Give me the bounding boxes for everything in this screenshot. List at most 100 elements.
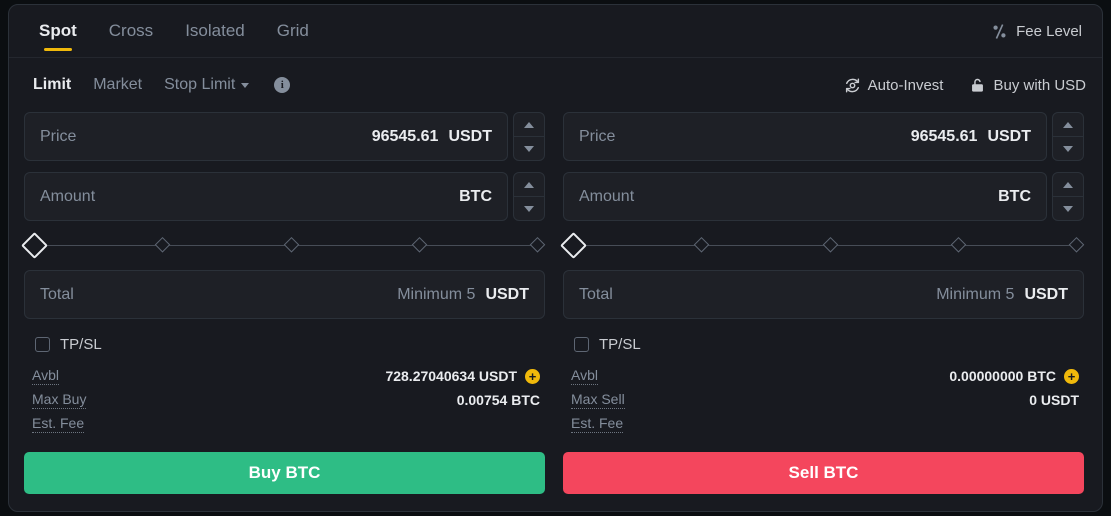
buy-max-label[interactable]: Max Buy	[32, 391, 87, 409]
sell-tpsl-label: TP/SL	[599, 335, 641, 353]
tab-cross-label: Cross	[108, 21, 154, 40]
order-forms: Price 96545.61 USDT Amount BTC Total Min…	[9, 112, 1102, 436]
sell-amount-label: Amount	[579, 187, 635, 205]
slider-tick-50[interactable]	[283, 237, 300, 253]
buy-est-fee-label[interactable]: Est. Fee	[32, 415, 85, 433]
slider-tick-25[interactable]	[154, 237, 171, 253]
sell-amount-values: BTC	[988, 188, 1031, 206]
buy-amount-slider[interactable]	[21, 232, 546, 260]
sell-info-row-max: Max Sell 0 USDT	[571, 388, 1079, 412]
caret-up-icon	[524, 181, 534, 188]
sell-tpsl-toggle[interactable]: TP/SL	[574, 330, 1084, 358]
buy-total-input[interactable]: Total Minimum 5 USDT	[24, 270, 545, 319]
sell-price-values: 96545.61 USDT	[911, 128, 1031, 146]
slider-tick-100[interactable]	[1068, 237, 1085, 253]
sell-price-value: 96545.61	[910, 127, 978, 145]
buy-price-value: 96545.61	[371, 127, 439, 145]
sell-tpsl-checkbox[interactable]	[574, 336, 589, 352]
buy-amount-input[interactable]: Amount BTC	[24, 172, 508, 221]
buy-avbl-value: 728.27040634 USDT	[385, 368, 517, 384]
buy-amount-stepper	[513, 172, 545, 221]
sell-amount-input[interactable]: Amount BTC	[563, 172, 1047, 221]
order-type-limit[interactable]: Limit	[23, 76, 82, 94]
sell-total-field: Total Minimum 5 USDT	[563, 270, 1084, 319]
market-tab-bar: Spot Cross Isolated Grid Fee Level	[9, 5, 1102, 58]
tab-isolated[interactable]: Isolated	[169, 5, 261, 57]
buy-amount-unit: BTC	[459, 187, 492, 205]
slider-tick-50[interactable]	[822, 237, 839, 253]
auto-invest-icon	[845, 77, 859, 93]
sell-price-decrement[interactable]	[1053, 136, 1083, 160]
sell-info-row-fee: Est. Fee	[571, 412, 1079, 436]
sell-amount-stepper	[1052, 172, 1084, 221]
buy-amount-increment[interactable]	[514, 173, 544, 196]
order-actions: Buy BTC Sell BTC	[9, 452, 1102, 494]
buy-form: Price 96545.61 USDT Amount BTC Total Min…	[21, 112, 546, 436]
sell-amount-increment[interactable]	[1053, 173, 1083, 196]
bank-lock-icon	[972, 78, 984, 92]
sell-price-increment[interactable]	[1053, 113, 1083, 136]
sell-max-label[interactable]: Max Sell	[571, 391, 625, 409]
buy-price-values: 96545.61 USDT	[372, 128, 492, 146]
order-type-market-label: Market	[93, 76, 143, 93]
sell-price-stepper	[1052, 112, 1084, 161]
slider-tick-75[interactable]	[411, 237, 428, 253]
buy-with-usd-label: Buy with USD	[993, 76, 1086, 94]
buy-total-hint: Minimum 5	[397, 285, 476, 303]
buy-avbl-label[interactable]: Avbl	[32, 367, 59, 385]
sell-price-unit: USDT	[987, 127, 1031, 145]
sell-total-hint: Minimum 5	[936, 285, 1015, 303]
buy-max-value: 0.00754 BTC	[456, 392, 540, 408]
slider-handle[interactable]	[560, 232, 587, 259]
buy-price-increment[interactable]	[514, 113, 544, 136]
percent-icon	[993, 23, 1006, 39]
sell-price-field: Price 96545.61 USDT	[563, 112, 1084, 161]
market-tabs: Spot Cross Isolated Grid	[23, 5, 325, 57]
trade-order-panel: Spot Cross Isolated Grid Fee Level Limit	[8, 4, 1103, 512]
order-type-market[interactable]: Market	[82, 76, 153, 94]
sell-amount-slider[interactable]	[560, 232, 1085, 260]
sell-info-row-avbl: Avbl 0.00000000 BTC +	[571, 364, 1079, 388]
buy-price-decrement[interactable]	[514, 136, 544, 160]
sell-avbl-label[interactable]: Avbl	[571, 367, 598, 385]
quick-actions: Auto-Invest Buy with USD	[844, 77, 1086, 94]
buy-price-stepper	[513, 112, 545, 161]
sell-total-unit: USDT	[1024, 285, 1068, 303]
buy-tpsl-toggle[interactable]: TP/SL	[35, 330, 545, 358]
sell-total-label: Total	[579, 285, 613, 303]
caret-down-icon	[524, 205, 534, 212]
buy-tpsl-label: TP/SL	[60, 335, 102, 353]
sell-button[interactable]: Sell BTC	[563, 452, 1084, 494]
buy-amount-field: Amount BTC	[24, 172, 545, 221]
buy-tpsl-checkbox[interactable]	[35, 336, 50, 352]
buy-amount-decrement[interactable]	[514, 196, 544, 220]
buy-price-input[interactable]: Price 96545.61 USDT	[24, 112, 508, 161]
auto-invest-button[interactable]: Auto-Invest	[844, 77, 943, 94]
buy-with-usd-button[interactable]: Buy with USD	[969, 77, 1086, 94]
buy-price-field: Price 96545.61 USDT	[24, 112, 545, 161]
sell-amount-decrement[interactable]	[1053, 196, 1083, 220]
slider-handle[interactable]	[21, 232, 48, 259]
sell-price-label: Price	[579, 127, 616, 145]
info-icon[interactable]: i	[274, 77, 291, 93]
sell-price-input[interactable]: Price 96545.61 USDT	[563, 112, 1047, 161]
buy-total-label: Total	[40, 285, 74, 303]
buy-button[interactable]: Buy BTC	[24, 452, 545, 494]
caret-down-icon	[1063, 205, 1073, 212]
slider-tick-75[interactable]	[950, 237, 967, 253]
sell-est-fee-label[interactable]: Est. Fee	[571, 415, 624, 433]
fee-level-button[interactable]: Fee Level	[991, 23, 1086, 40]
tab-grid[interactable]: Grid	[261, 5, 325, 57]
buy-amount-label: Amount	[40, 187, 96, 205]
slider-tick-100[interactable]	[529, 237, 546, 253]
slider-tick-25[interactable]	[693, 237, 710, 253]
tab-spot[interactable]: Spot	[23, 5, 93, 57]
tab-cross[interactable]: Cross	[93, 5, 169, 57]
add-funds-plus-icon[interactable]: +	[1064, 368, 1079, 384]
chevron-down-icon	[241, 82, 250, 88]
add-funds-plus-icon[interactable]: +	[525, 368, 540, 384]
buy-info-row-avbl: Avbl 728.27040634 USDT +	[32, 364, 540, 388]
tab-grid-label: Grid	[276, 21, 309, 40]
sell-total-input[interactable]: Total Minimum 5 USDT	[563, 270, 1084, 319]
order-type-stop-limit[interactable]: Stop Limit	[153, 76, 260, 94]
